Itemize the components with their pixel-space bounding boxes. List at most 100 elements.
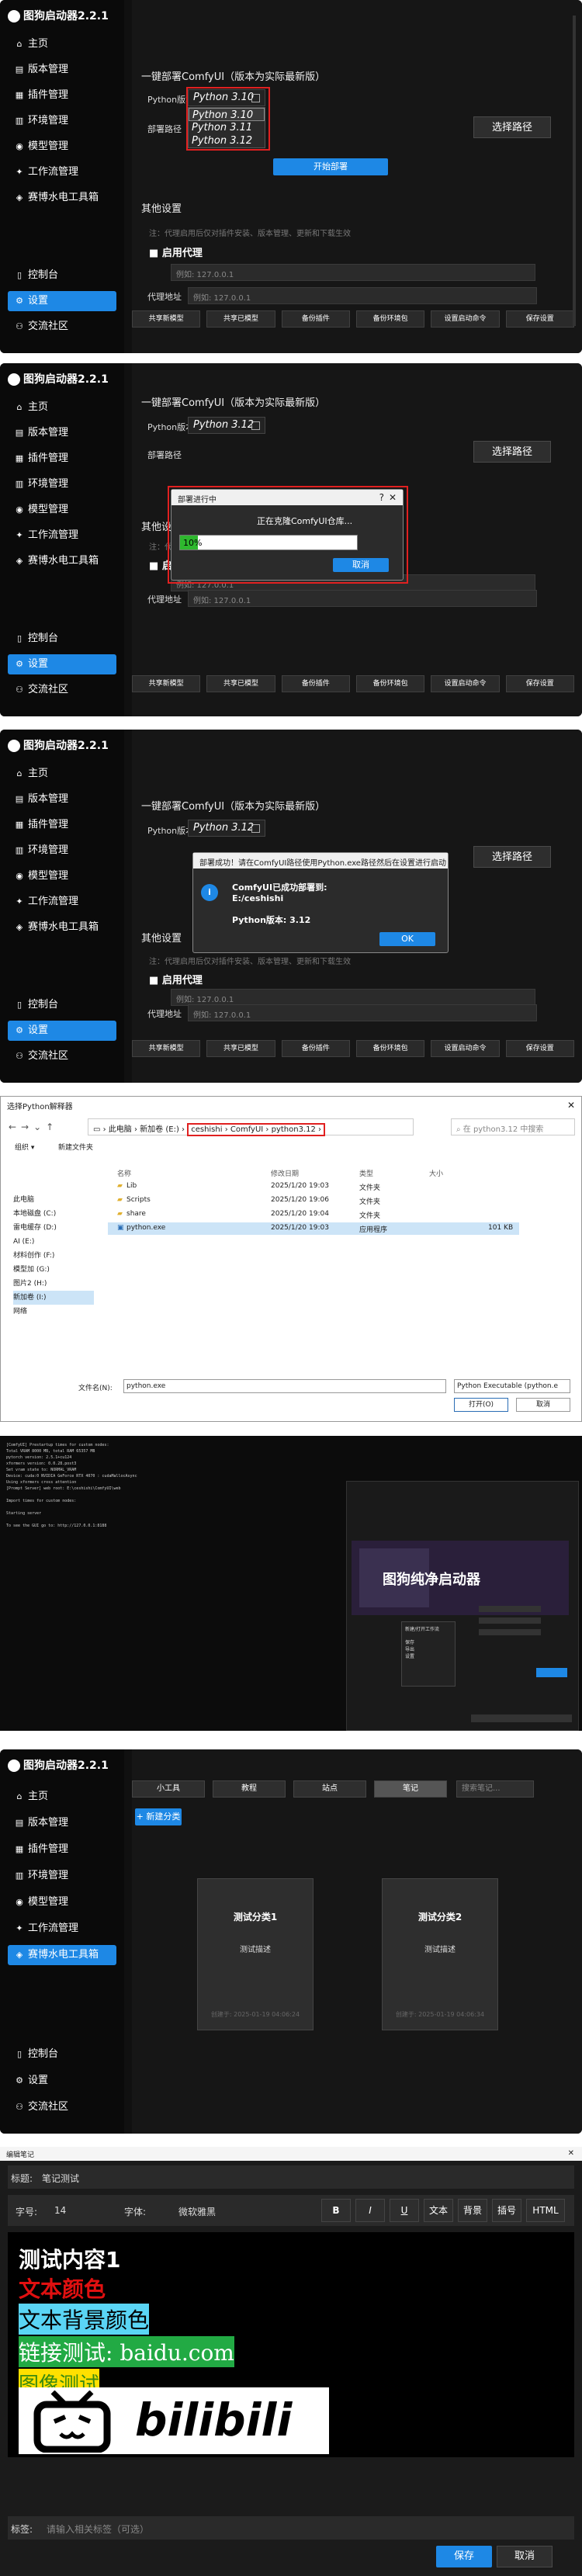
proxy-enable-checkbox[interactable]: ■ 启用代理 xyxy=(149,972,203,986)
search-input[interactable]: 搜索笔记... xyxy=(456,1780,534,1798)
backup-plugins-button[interactable]: 备份插件 xyxy=(281,675,350,692)
tab-sites[interactable]: 站点 xyxy=(293,1780,366,1798)
nav-version[interactable]: ▤ 版本管理 xyxy=(8,423,116,443)
crumb-item[interactable]: 此电脑 xyxy=(109,1125,132,1134)
nav-environment[interactable]: ▥ 环境管理 xyxy=(8,474,116,494)
menu-item[interactable]: 导出 xyxy=(405,1645,452,1652)
nav-workflow[interactable]: ✦ 工作流管理 xyxy=(8,162,116,182)
note-card[interactable]: 测试分类2 测试描述 创建于: 2025-01-19 04:06:34 xyxy=(382,1878,498,2030)
backup-env-button[interactable]: 备份环境包 xyxy=(355,675,425,692)
proxy-enable-checkbox[interactable]: ■ 启用代理 xyxy=(149,244,203,259)
backup-plugins-button[interactable]: 备份插件 xyxy=(281,1040,350,1057)
close-icon[interactable]: ✕ xyxy=(568,2149,574,2158)
content-line-link[interactable]: 链接测试: baidu.com xyxy=(19,2336,234,2367)
scrollbar[interactable] xyxy=(573,16,576,326)
proxy-address-field[interactable]: 例如: 127.0.0.1 xyxy=(188,287,537,304)
nav-home[interactable]: ⌂ 主页 xyxy=(8,1787,116,1807)
share-new-models-button[interactable]: 共享新模型 xyxy=(132,1040,201,1057)
node-widget[interactable] xyxy=(479,1617,541,1624)
file-type-select[interactable]: Python Executable (python.e xyxy=(454,1379,570,1393)
editor-content[interactable]: 测试内容1 文本颜色 文本背景颜色 链接测试: baidu.com 图像测试 b… xyxy=(8,2232,574,2457)
nav-environment[interactable]: ▥ 环境管理 xyxy=(8,1866,116,1886)
backup-env-button[interactable]: 备份环境包 xyxy=(355,310,425,328)
ok-button[interactable]: OK xyxy=(379,932,435,946)
set-launch-command-button[interactable]: 设置启动命令 xyxy=(431,310,500,328)
column-header-size[interactable]: 大小 xyxy=(429,1168,443,1178)
html-button[interactable]: HTML xyxy=(526,2199,565,2222)
tree-item[interactable]: AI (E:) xyxy=(13,1235,94,1249)
queue-button[interactable] xyxy=(536,1668,567,1677)
nav-arrows-icon[interactable]: ←→⌄↑ xyxy=(9,1122,58,1132)
background-color-button[interactable]: 背景 xyxy=(458,2199,487,2222)
nav-model[interactable]: ◉ 模型管理 xyxy=(8,1892,116,1912)
comfyui-canvas[interactable]: 图狗纯净启动器 新建/打开工作流 保存 导出 设置 xyxy=(346,1481,579,1731)
nav-toolbox[interactable]: ◈ 赛博水电工具箱 xyxy=(8,917,116,938)
nav-environment[interactable]: ▥ 环境管理 xyxy=(8,841,116,861)
share-existing-models-button[interactable]: 共享已模型 xyxy=(206,1040,275,1057)
nav-settings[interactable]: ⚙ 设置 xyxy=(8,654,116,674)
menu-item[interactable]: 设置 xyxy=(405,1652,452,1659)
nav-workflow[interactable]: ✦ 工作流管理 xyxy=(8,892,116,912)
nav-workflow[interactable]: ✦ 工作流管理 xyxy=(8,1919,116,1939)
nav-plugin[interactable]: ▦ 插件管理 xyxy=(8,1839,116,1860)
proxy-address-field[interactable]: 例如: 127.0.0.1 xyxy=(188,1004,537,1021)
nav-version[interactable]: ▤ 版本管理 xyxy=(8,60,116,80)
nav-model[interactable]: ◉ 模型管理 xyxy=(8,137,116,157)
tree-item[interactable]: 网络 xyxy=(13,1305,94,1319)
backup-env-button[interactable]: 备份环境包 xyxy=(355,1040,425,1057)
column-header-date[interactable]: 修改日期 xyxy=(271,1168,299,1178)
nav-version[interactable]: ▤ 版本管理 xyxy=(8,1813,116,1833)
column-header-name[interactable]: 名称 xyxy=(117,1168,131,1178)
file-row[interactable]: ▰ share 2025/1/20 19:04 文件夹 xyxy=(108,1208,519,1221)
font-select[interactable]: 微软雅黑 xyxy=(178,2205,216,2218)
proxy-address-input[interactable]: 例如: 127.0.0.1 xyxy=(171,264,535,281)
underline-button[interactable]: U xyxy=(390,2199,419,2222)
tree-item[interactable]: 模型加 (G:) xyxy=(13,1263,94,1277)
nav-community[interactable]: ⚇ 交流社区 xyxy=(8,680,116,700)
breadcrumb[interactable]: ▭ › 此电脑 › 新加卷 (E:) › ceshishi › ComfyUI … xyxy=(88,1118,414,1136)
tab-notes[interactable]: 笔记 xyxy=(374,1780,447,1798)
nav-settings[interactable]: ⚙ 设置 xyxy=(8,2071,116,2091)
browse-path-button[interactable]: 选择路径 xyxy=(473,846,551,868)
file-row[interactable]: ▰ Scripts 2025/1/20 19:06 文件夹 xyxy=(108,1194,519,1207)
nav-workflow[interactable]: ✦ 工作流管理 xyxy=(8,525,116,546)
python-version-select[interactable]: Python 3.12 xyxy=(188,820,265,837)
proxy-address-field[interactable]: 例如: 127.0.0.1 xyxy=(188,590,537,607)
bottom-toolbar[interactable] xyxy=(471,1714,572,1722)
menu-item[interactable]: 保存 xyxy=(405,1638,452,1645)
filename-input[interactable]: python.exe xyxy=(123,1379,446,1393)
tree-item[interactable]: 新加卷 (I:) xyxy=(13,1291,94,1305)
open-button[interactable]: 打开(O) xyxy=(454,1398,508,1412)
nav-model[interactable]: ◉ 模型管理 xyxy=(8,866,116,886)
nav-model[interactable]: ◉ 模型管理 xyxy=(8,500,116,520)
note-card[interactable]: 测试分类1 测试描述 创建于: 2025-01-19 04:06:24 xyxy=(197,1878,314,2030)
set-launch-command-button[interactable]: 设置启动命令 xyxy=(431,1040,500,1057)
tree-item[interactable]: 此电脑 xyxy=(13,1193,94,1207)
nav-community[interactable]: ⚇ 交流社区 xyxy=(8,2097,116,2117)
share-existing-models-button[interactable]: 共享已模型 xyxy=(206,675,275,692)
nav-console[interactable]: ▯ 控制台 xyxy=(8,265,116,286)
share-new-models-button[interactable]: 共享新模型 xyxy=(132,310,201,328)
crumb-item[interactable]: ceshishi xyxy=(191,1125,222,1134)
nav-community[interactable]: ⚇ 交流社区 xyxy=(8,317,116,337)
proxy-address-input[interactable]: 例如: 127.0.0.1 xyxy=(171,989,535,1006)
tab-tutorials[interactable]: 教程 xyxy=(213,1780,286,1798)
tree-item[interactable]: 本地磁盘 (C:) xyxy=(13,1207,94,1221)
tab-tools[interactable]: 小工具 xyxy=(132,1780,205,1798)
insert-button[interactable]: 插号 xyxy=(492,2199,521,2222)
cancel-button[interactable]: 取消 xyxy=(516,1398,570,1412)
nav-plugin[interactable]: ▦ 插件管理 xyxy=(8,815,116,835)
backup-plugins-button[interactable]: 备份插件 xyxy=(281,310,350,328)
save-settings-button[interactable]: 保存设置 xyxy=(505,675,574,692)
nav-environment[interactable]: ▥ 环境管理 xyxy=(8,111,116,131)
crumb-item[interactable]: ComfyUI xyxy=(230,1125,263,1134)
menu-item[interactable]: 新建/打开工作流 xyxy=(405,1625,452,1632)
start-deploy-button[interactable]: 开始部署 xyxy=(273,158,388,175)
file-row[interactable]: ▰ Lib 2025/1/20 19:03 文件夹 xyxy=(108,1181,519,1193)
close-icon[interactable]: ✕ xyxy=(567,1100,575,1111)
node-widget[interactable] xyxy=(479,1629,541,1635)
title-input[interactable]: 笔记测试 xyxy=(42,2172,79,2185)
column-header-type[interactable]: 类型 xyxy=(359,1168,373,1178)
share-new-models-button[interactable]: 共享新模型 xyxy=(132,675,201,692)
crumb-item[interactable]: python3.12 xyxy=(272,1125,316,1134)
